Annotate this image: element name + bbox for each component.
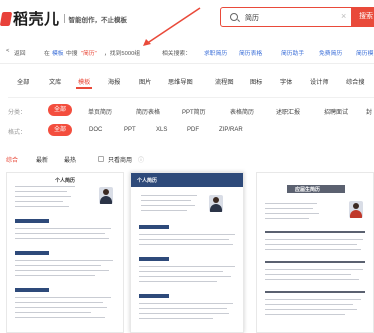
template-card[interactable]: 应届生简历 [256,172,374,333]
tab-mindmap[interactable]: 思维导图 [168,77,193,86]
filter-panel: 分类： 全部 单页简历 简历表格 PPT简历 表格简历 述职汇报 招聘面试 封 … [8,97,374,141]
related-link[interactable]: 简历表格 [239,48,262,57]
breadcrumb-category[interactable]: 模板 [52,48,64,57]
tab-all[interactable]: 全部 [17,77,29,86]
commercial-only-checkbox[interactable] [98,156,104,162]
divider [0,63,374,64]
search-button[interactable]: 搜索 [351,7,374,27]
filter-category-option[interactable]: 表格简历 [230,107,254,116]
top-bar: 稻壳儿 智能创作，不止模板 简历 × 搜索 [0,0,374,38]
commercial-only-label: 只看商用 [108,158,133,164]
filter-category-option[interactable]: 招聘面试 [324,107,348,116]
tab-combined[interactable]: 综合搜 [346,77,365,86]
avatar [209,195,223,212]
clear-icon[interactable]: × [341,11,346,21]
filter-format-option[interactable]: PPT [124,127,136,133]
filter-category-option[interactable]: 述职汇报 [276,107,300,116]
breadcrumb-query: "简历" [81,51,97,57]
back-link[interactable]: 返回 [14,48,26,57]
active-tab-indicator [76,87,92,89]
related-link[interactable]: 简历助手 [281,48,304,57]
sort-newest[interactable]: 最新 [36,155,48,164]
breadcrumb-in: 在 [44,51,50,57]
tab-fonts[interactable]: 字体 [280,77,292,86]
filter-category-all[interactable]: 全部 [48,104,73,116]
template-card[interactable]: 个人简历 [130,172,244,333]
logo-slogan: 智能创作，不止模板 [68,16,128,24]
search-box[interactable]: 简历 × 搜索 [220,7,374,27]
breadcrumb: < 返回 在 模板 中搜 "简历" ，找到5000组 相关搜索： 求职简历 简历… [0,45,374,59]
related-link[interactable]: 求职简历 [204,48,227,57]
filter-format-option[interactable]: ZIP/RAR [219,127,243,133]
filter-format-all[interactable]: 全部 [48,124,73,136]
tab-images[interactable]: 图片 [139,77,151,86]
search-icon [230,13,238,21]
sort-bar: 综合 最新 最热 只看商用 ⓘ [0,152,374,166]
category-tabs: 全部 文库 模板 海报 图片 思维导图 流程图 图标 字体 设计师 综合搜 [0,74,374,89]
info-icon[interactable]: ⓘ [138,155,144,164]
category-filter-row: 分类： 全部 单页简历 简历表格 PPT简历 表格简历 述职汇报 招聘面试 封 [8,104,374,118]
template-card-title: 个人简历 [137,178,158,184]
tab-library[interactable]: 文库 [49,77,61,86]
breadcrumb-middle: 中搜 [66,51,78,57]
tab-designers[interactable]: 设计师 [310,77,329,86]
related-search-label: 相关搜索： [162,51,191,57]
sort-hottest[interactable]: 最热 [64,155,76,164]
search-input[interactable]: 简历 [245,13,259,23]
filter-category-option[interactable]: PPT简历 [182,107,206,116]
filter-format-option[interactable]: PDF [187,127,199,133]
format-filter-label: 格式： [8,130,27,136]
tab-icons[interactable]: 图标 [250,77,262,86]
logo-mark-icon [0,11,13,26]
template-card[interactable]: 个人简历 [6,172,124,333]
logo-text: 稻壳儿 [13,11,60,28]
filter-format-option[interactable]: DOC [89,127,102,133]
related-link[interactable]: 免费简历 [319,48,342,57]
back-arrow-icon[interactable]: < [6,48,9,54]
result-count: ，找到5000组 [104,51,141,57]
related-link[interactable]: 简历模 [356,48,373,57]
filter-category-option[interactable]: 简历表格 [136,107,160,116]
avatar [99,187,113,204]
tab-templates[interactable]: 模板 [78,77,90,86]
sort-comprehensive[interactable]: 综合 [6,155,18,164]
template-grid: 个人简历 个人简历 应届生简历 [0,172,374,333]
logo[interactable]: 稻壳儿 智能创作，不止模板 [0,8,128,29]
format-filter-row: 格式： 全部 DOC PPT XLS PDF ZIP/RAR [8,124,374,138]
tab-posters[interactable]: 海报 [108,77,120,86]
logo-divider [63,14,65,23]
template-card-title: 个人简历 [55,178,76,184]
filter-format-option[interactable]: XLS [156,127,167,133]
avatar [349,201,363,218]
tab-flowchart[interactable]: 流程图 [215,77,234,86]
filter-category-option[interactable]: 封 [366,107,372,116]
template-card-title: 应届生简历 [295,187,321,193]
category-filter-label: 分类： [8,110,27,116]
filter-category-option[interactable]: 单页简历 [88,107,112,116]
